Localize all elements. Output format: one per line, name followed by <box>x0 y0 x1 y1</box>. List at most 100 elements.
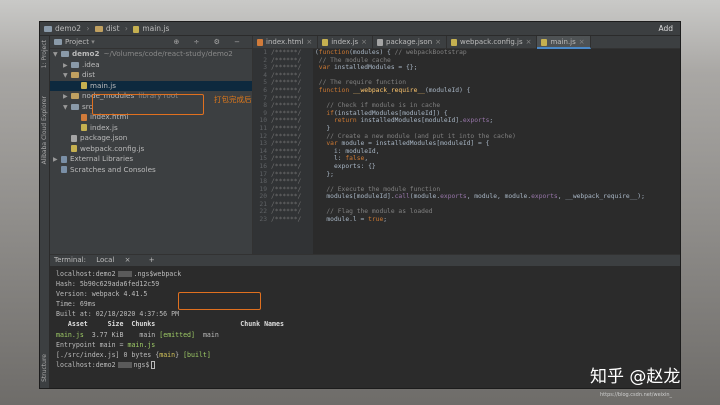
line-number: 1 <box>263 49 267 56</box>
code-line: (function(modules) { // webpackBootstrap <box>315 49 467 56</box>
tree-item-package-json[interactable]: package.json <box>50 133 252 144</box>
gutter-mark: /******/ <box>271 124 302 132</box>
folder-icon <box>71 72 79 78</box>
gutter-mark: /******/ <box>271 155 302 163</box>
close-icon[interactable]: × <box>435 38 441 46</box>
annotation-label: 打包完成后 <box>214 95 252 104</box>
json-file-icon <box>71 134 77 142</box>
watermark-url: https://blog.csdn.net/weixin_ <box>600 392 673 398</box>
command-text: webpack <box>153 270 182 278</box>
line-number: 18 <box>259 178 267 186</box>
line-number: 9 <box>263 109 267 117</box>
close-icon[interactable]: × <box>526 38 532 46</box>
tree-item-webpack-config-js[interactable]: webpack.config.js <box>50 144 252 155</box>
line-number: 2 <box>263 56 267 64</box>
line-number: 21 <box>259 200 267 208</box>
tab-label: package.json <box>386 38 433 46</box>
tree-item-external-libraries[interactable]: ▶ External Libraries <box>50 154 252 165</box>
project-tool-tab[interactable]: 1: Project <box>41 40 48 68</box>
breadcrumb-file[interactable]: main.js <box>142 24 169 33</box>
tab-label: webpack.config.js <box>460 38 523 46</box>
project-view-selector[interactable]: Project <box>65 38 89 46</box>
gutter-mark: /******/ <box>271 71 302 79</box>
gutter-mark: /******/ <box>271 185 302 193</box>
terminal-line: localhost:demo2 .ngs$webpack <box>56 269 674 279</box>
tree-item-dist[interactable]: ▼ dist <box>50 70 252 81</box>
redacted-username <box>117 271 132 277</box>
tree-item-detail: ~/Volumes/code/react-study/demo2 <box>103 49 233 58</box>
close-icon[interactable]: × <box>361 38 367 46</box>
gutter-line: 13 /******/ <box>253 140 313 148</box>
entrypoint-file: main.js <box>127 340 156 349</box>
code-area[interactable]: (function(modules) { // webpackBootstrap… <box>315 49 680 254</box>
title-bar: demo2 › dist › main.js Add <box>40 22 680 36</box>
add-configuration-button[interactable]: Add <box>658 22 673 36</box>
close-icon[interactable]: × <box>579 38 585 46</box>
structure-tool-tab[interactable]: Structure <box>41 354 48 382</box>
gutter-line: 3 /******/ <box>253 64 313 72</box>
asset-table-head-names: Chunk Names <box>240 320 284 329</box>
code-line: } <box>315 124 331 132</box>
close-icon[interactable]: × <box>306 38 312 46</box>
gutter-mark: /******/ <box>271 216 302 224</box>
module-built: [built] <box>183 350 211 359</box>
gutter-line: 12 /******/ <box>253 133 313 141</box>
line-number: 23 <box>259 216 267 224</box>
tab-webpack-config-js[interactable]: webpack.config.js × <box>447 36 538 49</box>
line-number: 8 <box>263 102 267 110</box>
gutter-line: 15 /******/ <box>253 155 313 163</box>
tree-item-scratches-and-consoles[interactable]: Scratches and Consoles <box>50 165 252 176</box>
breadcrumb-project[interactable]: demo2 <box>55 24 81 33</box>
gutter-mark: /******/ <box>271 147 302 155</box>
prompt-suffix: .ngs$ <box>133 270 154 278</box>
tree-item-main-js[interactable]: main.js <box>50 80 252 91</box>
tab-index-js[interactable]: index.js × <box>318 36 374 49</box>
gutter-line: 2 /******/ <box>253 57 313 65</box>
highlight-box-command <box>178 292 261 310</box>
tree-item-label: Scratches and Consoles <box>70 164 156 174</box>
code-line: exports: {} <box>315 162 376 170</box>
project-panel-tools[interactable]: ⊕ ÷ ⚙ − <box>173 36 246 49</box>
project-view-icon <box>54 39 62 45</box>
add-terminal-button[interactable]: + <box>149 256 155 264</box>
tree-item--idea[interactable]: ▶ .idea <box>50 60 252 71</box>
terminal-line: Version: webpack 4.41.5 <box>56 290 148 299</box>
gutter-mark: /******/ <box>271 64 302 72</box>
gutter-line: 23 /******/ <box>253 216 313 224</box>
tree-item-demo2[interactable]: ▼ demo2 ~/Volumes/code/react-study/demo2 <box>50 49 252 60</box>
gutter-line: 1 /******/ <box>253 49 313 57</box>
gutter-line: 17 /******/ <box>253 171 313 179</box>
line-number: 19 <box>259 185 267 193</box>
module-line: [./src/index.js] 0 bytes { <box>56 350 160 359</box>
gutter-mark: /******/ <box>271 117 302 125</box>
tree-item-index-js[interactable]: index.js <box>50 123 252 134</box>
line-number: 14 <box>259 147 267 155</box>
close-icon[interactable]: × <box>125 256 131 264</box>
terminal-output[interactable]: localhost:demo2 .ngs$webpack Hash: 5b90c6… <box>50 266 680 373</box>
tab-index-html[interactable]: index.html × <box>253 36 319 49</box>
tab-local[interactable]: Local × <box>96 256 138 264</box>
js-file-icon <box>81 82 87 89</box>
line-number: 4 <box>263 71 267 79</box>
breadcrumb-separator: › <box>86 24 90 33</box>
line-number: 12 <box>259 132 267 140</box>
file-type-icon <box>451 38 458 46</box>
gutter-line: 4 /******/ <box>253 72 313 80</box>
code-line: // Check if module is in cache <box>326 102 441 110</box>
chevron-down-icon[interactable]: ▾ <box>91 38 95 46</box>
highlight-box-dist <box>92 94 204 115</box>
tree-item-label: .idea <box>82 59 100 69</box>
gutter-line: 7 /******/ <box>253 95 313 103</box>
tab-main-js[interactable]: main.js × <box>537 36 591 49</box>
line-number: 17 <box>259 170 267 178</box>
gutter-line: 9 /******/ <box>253 110 313 118</box>
line-number: 10 <box>259 117 267 125</box>
breadcrumb-dist[interactable]: dist <box>106 24 120 33</box>
code-line: return installedModules[moduleId].export… <box>333 117 494 125</box>
library-icon <box>61 155 67 163</box>
alibaba-cloud-tool-tab[interactable]: Alibaba Cloud Explorer <box>41 96 48 164</box>
left-tool-strip: 1: Project Alibaba Cloud Explorer Struct… <box>40 36 50 388</box>
tab-package-json[interactable]: package.json × <box>373 36 448 49</box>
